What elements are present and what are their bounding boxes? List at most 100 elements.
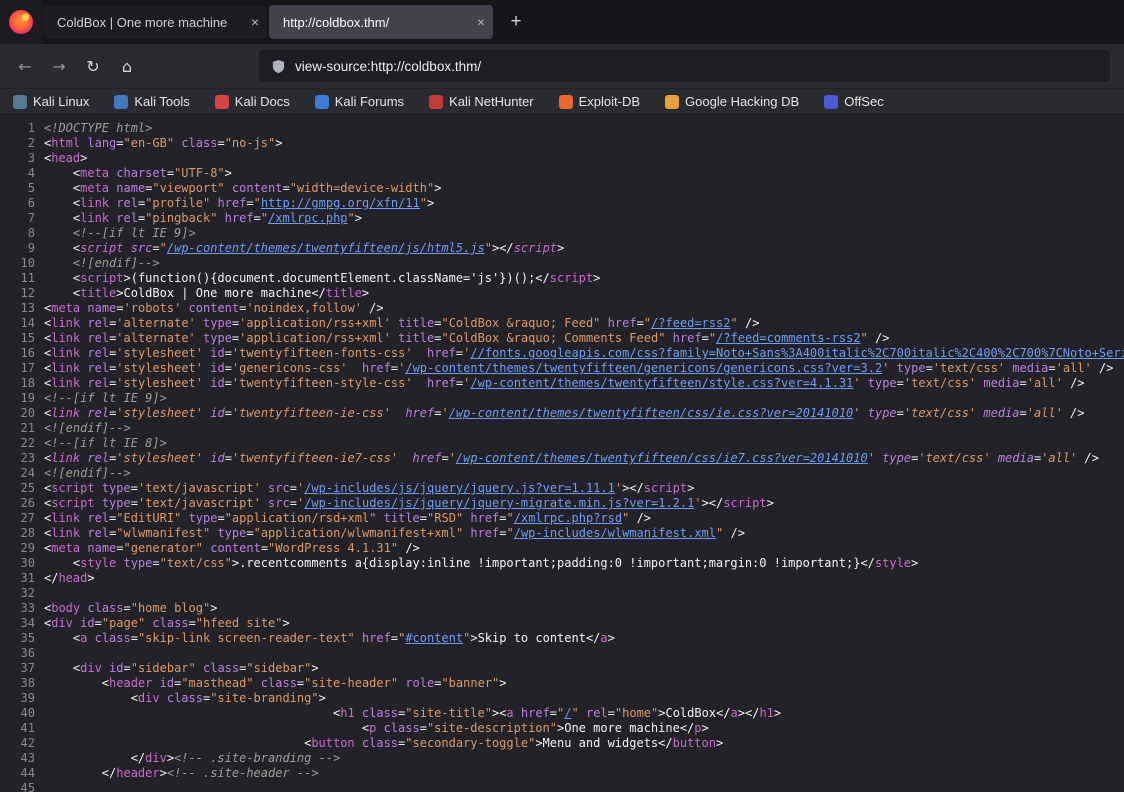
source-line: 3<head>: [0, 151, 1124, 166]
kali-linux-icon: [13, 95, 27, 109]
bookmark-label: OffSec: [844, 94, 884, 109]
line-number: 2: [0, 136, 35, 151]
back-button[interactable]: ←: [8, 50, 42, 82]
firefox-logo-icon: [9, 10, 33, 34]
bookmark-label: Kali Tools: [134, 94, 189, 109]
bookmark-item[interactable]: Google Hacking DB: [665, 94, 799, 109]
source-code: <p class="site-description">One more mac…: [44, 721, 1124, 736]
offsec-icon: [824, 95, 838, 109]
source-link[interactable]: /: [564, 706, 571, 720]
bookmark-label: Kali Docs: [235, 94, 290, 109]
tab-close-icon[interactable]: ×: [477, 15, 485, 29]
line-number: 26: [0, 496, 35, 511]
source-code: <div id="sidebar" class="sidebar">: [44, 661, 1124, 676]
source-line: 2 <html lang="en-GB" class="no-js">: [0, 136, 1124, 151]
source-line: 35 <a class="skip-link screen-reader-tex…: [0, 631, 1124, 646]
source-link[interactable]: /wp-includes/js/jquery/jquery.js?ver=1.1…: [304, 481, 615, 495]
source-code: <!--[if lt IE 9]>: [44, 226, 1124, 241]
kali-nethunter-icon: [429, 95, 443, 109]
line-number: 34: [0, 616, 35, 631]
source-link[interactable]: //fonts.googleapis.com/css?family=Noto+S…: [470, 346, 1124, 360]
home-button[interactable]: ⌂: [110, 50, 144, 82]
source-line: 25<script type='text/javascript' src='/w…: [0, 481, 1124, 496]
source-code: <link rel='stylesheet' id='genericons-cs…: [44, 361, 1124, 376]
source-line: 30 <style type="text/css">.recentcomment…: [0, 556, 1124, 571]
source-link[interactable]: http://gmpg.org/xfn/11: [261, 196, 420, 210]
source-link[interactable]: /wp-content/themes/twentyfifteen/css/ie.…: [449, 406, 854, 420]
source-link[interactable]: /wp-content/themes/twentyfifteen/style.c…: [470, 376, 853, 390]
line-number: 15: [0, 331, 35, 346]
source-link[interactable]: /wp-content/themes/twentyfifteen/generic…: [405, 361, 882, 375]
source-link[interactable]: /wp-includes/wlwmanifest.xml: [514, 526, 716, 540]
source-line: 37 <div id="sidebar" class="sidebar">: [0, 661, 1124, 676]
url-bar[interactable]: view-source:http://coldbox.thm/: [259, 50, 1110, 82]
source-line: 9 <script src="/wp-content/themes/twenty…: [0, 241, 1124, 256]
reload-button[interactable]: ↻: [76, 50, 110, 82]
source-line: 21<![endif]-->: [0, 421, 1124, 436]
line-number: 29: [0, 541, 35, 556]
source-code: <link rel="EditURI" type="application/rs…: [44, 511, 1124, 526]
source-line: 5 <meta name="viewport" content="width=d…: [0, 181, 1124, 196]
line-number: 21: [0, 421, 35, 436]
source-link[interactable]: #content: [405, 631, 463, 645]
bookmark-item[interactable]: Kali Linux: [13, 94, 89, 109]
bookmark-item[interactable]: Kali Forums: [315, 94, 404, 109]
source-line: 33<body class="home blog">: [0, 601, 1124, 616]
browser-tab[interactable]: http://coldbox.thm/×: [269, 5, 493, 39]
view-source-content: 1<!DOCTYPE html>2<html lang="en-GB" clas…: [0, 115, 1124, 792]
line-number: 37: [0, 661, 35, 676]
source-code: <link rel='stylesheet' id='twentyfifteen…: [44, 406, 1124, 421]
line-number: 3: [0, 151, 35, 166]
line-number: 32: [0, 586, 35, 601]
line-number: 9: [0, 241, 35, 256]
source-line: 41 <p class="site-description">One more …: [0, 721, 1124, 736]
bookmark-item[interactable]: Kali NetHunter: [429, 94, 534, 109]
line-number: 17: [0, 361, 35, 376]
source-code: <html lang="en-GB" class="no-js">: [44, 136, 1124, 151]
source-link[interactable]: /?feed=comments-rss2: [716, 331, 861, 345]
source-line: 13<meta name='robots' content='noindex,f…: [0, 301, 1124, 316]
exploit-db-icon: [559, 95, 573, 109]
source-code: <!--[if lt IE 8]>: [44, 436, 1124, 451]
tab-strip: ColdBox | One more machine×http://coldbo…: [42, 0, 494, 44]
source-code: <link rel='stylesheet' id='twentyfifteen…: [44, 376, 1124, 391]
source-code: <link rel='alternate' type='application/…: [44, 331, 1124, 346]
bookmark-item[interactable]: Kali Tools: [114, 94, 189, 109]
source-link[interactable]: /wp-includes/js/jquery/jquery-migrate.mi…: [304, 496, 694, 510]
line-number: 44: [0, 766, 35, 781]
line-number: 8: [0, 226, 35, 241]
source-code: [44, 781, 1124, 792]
bookmark-label: Exploit-DB: [579, 94, 640, 109]
source-line: 14<link rel='alternate' type='applicatio…: [0, 316, 1124, 331]
line-number: 6: [0, 196, 35, 211]
bookmark-item[interactable]: OffSec: [824, 94, 884, 109]
tab-close-icon[interactable]: ×: [251, 15, 259, 29]
source-code: <button class="secondary-toggle">Menu an…: [44, 736, 1124, 751]
source-line: 17 <link rel='stylesheet' id='genericons-…: [0, 361, 1124, 376]
source-link[interactable]: /?feed=rss2: [651, 316, 730, 330]
firefox-menu-area: [0, 0, 42, 44]
source-link[interactable]: /wp-content/themes/twentyfifteen/js/html…: [167, 241, 485, 255]
source-code: <![endif]-->: [44, 256, 1124, 271]
source-code: [44, 586, 1124, 601]
source-line: 40 <h1 class="site-title"><a href="/" re…: [0, 706, 1124, 721]
source-link[interactable]: /xmlrpc.php?rsd: [514, 511, 622, 525]
source-code: <script type='text/javascript' src='/wp-…: [44, 496, 1124, 511]
source-line: 4 <meta charset="UTF-8">: [0, 166, 1124, 181]
browser-tab[interactable]: ColdBox | One more machine ×: [43, 5, 267, 39]
source-link[interactable]: /wp-content/themes/twentyfifteen/css/ie7…: [456, 451, 868, 465]
bookmark-item[interactable]: Exploit-DB: [559, 94, 640, 109]
line-number: 31: [0, 571, 35, 586]
forward-button[interactable]: →: [42, 50, 76, 82]
new-tab-button[interactable]: +: [500, 6, 532, 38]
line-number: 40: [0, 706, 35, 721]
source-code: <link rel='stylesheet' id='twentyfifteen…: [44, 451, 1124, 466]
bookmark-item[interactable]: Kali Docs: [215, 94, 290, 109]
line-number: 11: [0, 271, 35, 286]
browser-window: ColdBox | One more machine×http://coldbo…: [0, 0, 1124, 792]
line-number: 30: [0, 556, 35, 571]
source-link[interactable]: /xmlrpc.php: [268, 211, 347, 225]
line-number: 18: [0, 376, 35, 391]
url-text: view-source:http://coldbox.thm/: [295, 59, 481, 74]
tab-title: ColdBox | One more machine: [57, 15, 243, 30]
